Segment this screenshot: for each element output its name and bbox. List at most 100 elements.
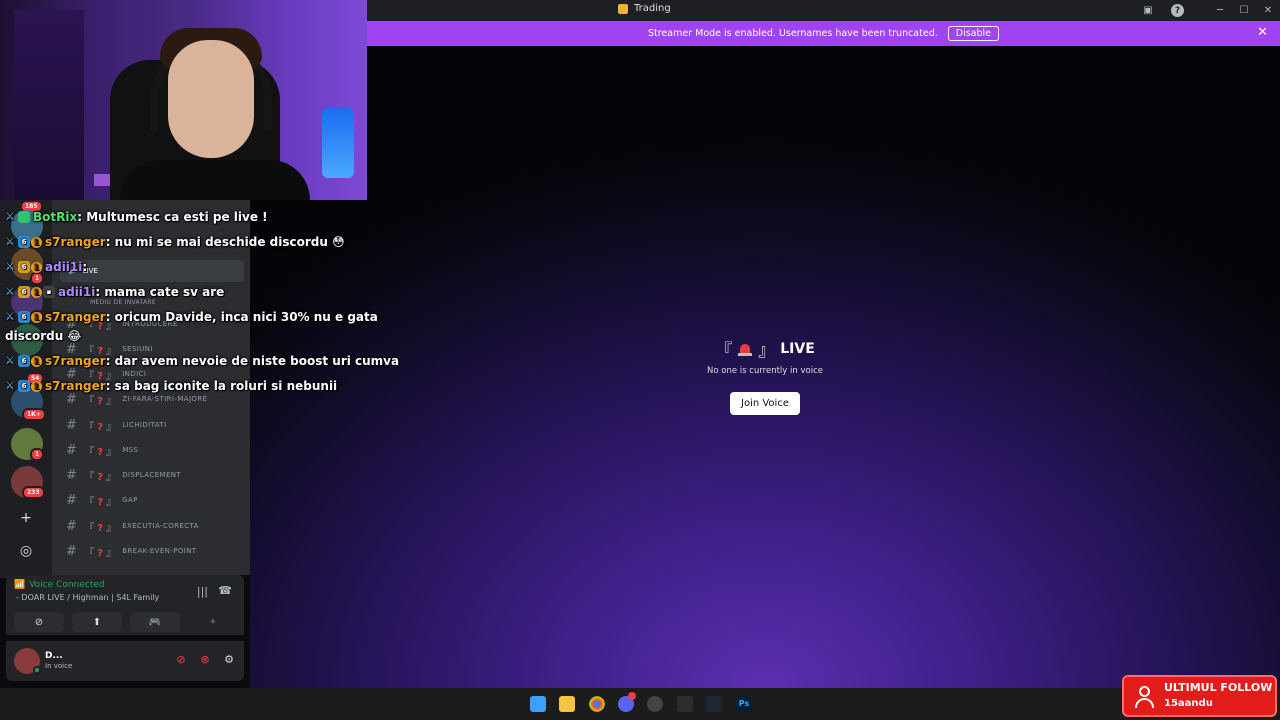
chrome-icon[interactable] bbox=[589, 696, 605, 712]
gift-badge-icon: 1 bbox=[31, 311, 42, 323]
hash-icon: # bbox=[66, 492, 78, 508]
channel-name: DISPLACEMENT bbox=[122, 471, 182, 479]
webcam-overlay bbox=[0, 0, 367, 200]
chat-message: ⚔ 6 1 ▪ adii1i: mama cate sv are bbox=[5, 285, 224, 299]
help-icon[interactable]: ? bbox=[1171, 4, 1184, 17]
chat-badges: ⚔ bbox=[5, 211, 30, 223]
follow-title: ULTIMUL FOLLOW bbox=[1164, 681, 1273, 694]
disable-streamer-mode-button[interactable]: Disable bbox=[947, 26, 999, 41]
user-name[interactable]: D... bbox=[45, 651, 63, 661]
gift-badge-icon: 1 bbox=[31, 355, 42, 367]
server-logo-icon bbox=[618, 3, 628, 14]
chat-text: discordu 😂 bbox=[5, 329, 82, 343]
gift-badge-icon: 1 bbox=[31, 380, 42, 392]
last-follow-alert: ULTIMUL FOLLOW 15aandu bbox=[1122, 675, 1277, 717]
hash-icon: # bbox=[66, 518, 78, 534]
bracket-open: 『 bbox=[715, 341, 733, 361]
file-explorer-icon[interactable] bbox=[559, 696, 575, 712]
start-icon[interactable] bbox=[530, 696, 546, 712]
subscriber-badge-icon: 6 bbox=[18, 355, 30, 367]
live-channel-panel: 『 』 LIVE No one is currently in voice Jo… bbox=[680, 336, 850, 415]
sword-icon: ⚔ bbox=[5, 354, 15, 367]
chat-message: ⚔ BotRix: Multumesc ca esti pe live ! bbox=[5, 210, 268, 224]
steam-icon[interactable] bbox=[706, 696, 722, 712]
epic-games-icon[interactable] bbox=[677, 696, 693, 712]
disconnect-icon[interactable]: ☎ bbox=[218, 584, 232, 597]
online-status-icon bbox=[33, 666, 41, 674]
chat-message-continued: discordu 😂 bbox=[5, 329, 81, 343]
inbox-icon[interactable]: ▣ bbox=[1141, 4, 1155, 18]
noise-suppression-icon[interactable]: ||| bbox=[197, 585, 208, 598]
bracket-close: 』 bbox=[758, 341, 776, 361]
minimize-button[interactable]: ─ bbox=[1208, 0, 1232, 21]
chat-username: s7ranger bbox=[45, 235, 106, 249]
moderator-badge-icon: ▪ bbox=[43, 286, 55, 298]
chat-message: ⚔ 6 1 s7ranger: dar avem nevoie de niste b… bbox=[5, 354, 399, 368]
activity-button[interactable]: 🎮 bbox=[130, 612, 180, 632]
chat-message: ⚔ 6 1 s7ranger: nu mi se mai deschide disc… bbox=[5, 235, 345, 249]
maximize-button[interactable]: ☐ bbox=[1232, 0, 1256, 21]
window-title: Trading bbox=[618, 3, 671, 14]
channel-live[interactable]: 🔊 LIVE bbox=[60, 260, 244, 282]
voice-channel-name[interactable]: - DOAR LIVE / Highman | S4L Family bbox=[16, 593, 159, 602]
chat-badges: ⚔ 6 1 bbox=[5, 261, 42, 273]
chat-text: : oricum Davide, inca nici 30% nu e gata bbox=[105, 310, 378, 324]
chat-message: ⚔ 6 1 s7ranger: oricum Davide, inca nici 3… bbox=[5, 310, 378, 324]
user-icon bbox=[1134, 686, 1156, 708]
camera-off-button[interactable]: ⊘ bbox=[14, 612, 64, 632]
channel-item[interactable]: # 『 ? 』 BREAK-EVEN-POINT bbox=[66, 542, 197, 560]
server-badge: 233 bbox=[22, 486, 45, 499]
voice-stage: 『 』 LIVE No one is currently in voice Jo… bbox=[250, 46, 1280, 688]
sword-icon: ⚔ bbox=[5, 379, 15, 392]
discover-icon[interactable]: ◎ bbox=[12, 537, 40, 565]
channel-name: INDICI bbox=[122, 370, 147, 378]
chat-badges: ⚔ 6 1 bbox=[5, 380, 42, 392]
chat-username: adii1i bbox=[58, 285, 96, 299]
channel-emoji: 『 ? 』 bbox=[84, 471, 117, 483]
obs-icon[interactable] bbox=[647, 696, 663, 712]
chat-text: : dar avem nevoie de niste boost uri cum… bbox=[105, 354, 400, 368]
server-badge: 1K+ bbox=[22, 408, 46, 421]
channel-name: LICHIDITATI bbox=[122, 421, 167, 429]
sword-icon: ⚔ bbox=[5, 310, 15, 323]
deafen-icon[interactable]: ⊗ bbox=[198, 653, 212, 666]
hash-icon: # bbox=[66, 417, 78, 433]
hash-icon: # bbox=[66, 391, 78, 407]
live-channel-title: 『 』 LIVE bbox=[680, 336, 850, 362]
photoshop-icon[interactable]: Ps bbox=[736, 696, 752, 712]
chat-text: : mama cate sv are bbox=[95, 285, 225, 299]
settings-gear-icon[interactable]: ⚙ bbox=[222, 653, 236, 666]
mute-mic-icon[interactable]: ⊘ bbox=[174, 653, 188, 666]
siren-icon bbox=[737, 341, 753, 357]
window-title-text: Trading bbox=[634, 3, 671, 14]
streamer-mode-text: Streamer Mode is enabled. Usernames have… bbox=[648, 28, 938, 39]
channel-item[interactable]: # 『 ? 』 LICHIDITATI bbox=[66, 416, 167, 434]
channel-item[interactable]: # 『 ? 』 EXECUTIA-CORECTA bbox=[66, 517, 199, 535]
close-window-button[interactable]: ✕ bbox=[1256, 0, 1280, 21]
channel-emoji: 『 ? 』 bbox=[84, 496, 117, 508]
channel-item[interactable]: # 『 ? 』 DISPLACEMENT bbox=[66, 466, 181, 484]
join-voice-button[interactable]: Join Voice bbox=[730, 392, 800, 415]
voice-status[interactable]: 📶 Voice Connected bbox=[14, 580, 105, 590]
chat-username: s7ranger bbox=[45, 354, 106, 368]
channel-item[interactable]: # 『 ? 』 MSS bbox=[66, 441, 138, 459]
soundboard-button[interactable]: ✦ bbox=[188, 612, 238, 632]
channel-emoji: 『 ? 』 bbox=[84, 446, 117, 458]
add-server-icon[interactable]: + bbox=[12, 504, 40, 532]
chat-text: : nu mi se mai deschide discordu 😳 bbox=[105, 235, 345, 249]
screen-share-button[interactable]: ⬆ bbox=[72, 612, 122, 632]
channel-name: SESIUNI bbox=[122, 345, 153, 353]
subscriber-badge-icon: 6 bbox=[18, 380, 30, 392]
chat-badges: ⚔ 6 1 bbox=[5, 355, 42, 367]
sword-icon: ⚔ bbox=[5, 260, 15, 273]
channel-name: ZI-FARA-STIRI-MAJORE bbox=[122, 395, 208, 403]
category-header[interactable]: MEDIU DE INVATARE bbox=[90, 299, 156, 306]
chat-message: ⚔ 6 1 adii1i: bbox=[5, 260, 87, 274]
chat-text: : sa bag iconite la roluri si nebunii bbox=[105, 379, 338, 393]
channel-item[interactable]: # 『 ? 』 GAP bbox=[66, 491, 138, 509]
voice-connection-panel: 📶 Voice Connected - DOAR LIVE / Highman … bbox=[6, 575, 244, 635]
close-banner-icon[interactable]: ✕ bbox=[1257, 25, 1268, 40]
streamer-mode-banner: Streamer Mode is enabled. Usernames have… bbox=[367, 21, 1280, 46]
hash-icon: # bbox=[66, 543, 78, 559]
gift-badge-icon: 1 bbox=[31, 261, 42, 273]
